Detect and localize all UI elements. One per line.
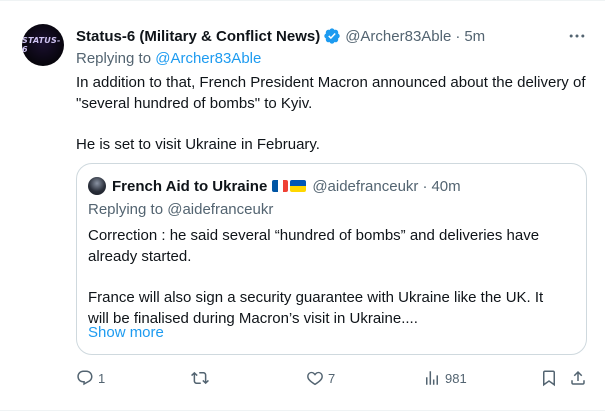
quoted-separator-dot: ·: [422, 177, 428, 195]
quoted-tweet-text: Correction : he said several “hundred of…: [88, 225, 568, 329]
like-button[interactable]: 7: [306, 366, 335, 390]
like-count: 7: [328, 370, 336, 386]
divider-top: [0, 0, 605, 1]
share-button[interactable]: [569, 366, 587, 390]
avatar-text: STATUS-6: [22, 36, 61, 54]
views-icon: [426, 371, 438, 385]
quoted-tweet[interactable]: French Aid to Ukraine @aidefranceukr · 4…: [76, 163, 587, 355]
views-count: 981: [445, 370, 467, 386]
repost-button[interactable]: [191, 366, 213, 390]
avatar[interactable]: STATUS-6: [22, 24, 64, 66]
tweet-text-paragraph-1: In addition to that, French President Ma…: [76, 74, 586, 112]
author-handle[interactable]: @Archer83Able: [345, 28, 451, 45]
quoted-text-paragraph-2: France will also sign a security guarant…: [88, 289, 544, 327]
france-flag-icon: [272, 180, 289, 192]
reply-count: 1: [98, 370, 106, 386]
tweet-text: In addition to that, French President Ma…: [76, 72, 586, 155]
ukraine-flag-icon: [290, 180, 307, 192]
action-bar: 1 7 981: [0, 366, 605, 390]
repost-icon: [191, 371, 209, 385]
bookmark-icon: [543, 370, 555, 387]
like-icon: [307, 371, 323, 386]
views-button[interactable]: 981: [423, 366, 467, 390]
tweet-text-paragraph-2: He is set to visit Ukraine in February.: [76, 136, 320, 153]
quoted-tweet-header: French Aid to Ukraine @aidefranceukr · 4…: [88, 176, 461, 196]
replying-prefix: Replying to: [76, 50, 152, 67]
tweet[interactable]: STATUS-6 Status-6 (Military & Conflict N…: [0, 0, 605, 411]
author-name[interactable]: Status-6 (Military & Conflict News): [76, 28, 320, 45]
replying-to: Replying to @Archer83Able: [76, 50, 261, 67]
show-more-link[interactable]: Show more: [88, 324, 164, 341]
quoted-text-paragraph-1: Correction : he said several “hundred of…: [88, 227, 540, 265]
quoted-timestamp[interactable]: 40m: [431, 178, 460, 195]
quoted-replying-to: Replying to @aidefranceukr: [88, 201, 274, 218]
quoted-avatar[interactable]: [88, 177, 106, 195]
quoted-author-name[interactable]: French Aid to Ukraine: [112, 178, 267, 195]
bookmark-button[interactable]: [540, 366, 558, 390]
verified-badge-icon[interactable]: [323, 27, 341, 45]
quoted-author-handle[interactable]: @aidefranceukr: [312, 178, 418, 195]
replying-handle-link[interactable]: @Archer83Able: [155, 50, 261, 67]
share-icon: [571, 370, 585, 385]
reply-icon: [77, 370, 93, 386]
more-options-icon[interactable]: [567, 26, 587, 46]
timestamp[interactable]: 5m: [464, 28, 485, 45]
separator-dot: ·: [455, 27, 461, 45]
tweet-header: Status-6 (Military & Conflict News) @Arc…: [76, 26, 485, 46]
reply-button[interactable]: 1: [76, 366, 105, 390]
